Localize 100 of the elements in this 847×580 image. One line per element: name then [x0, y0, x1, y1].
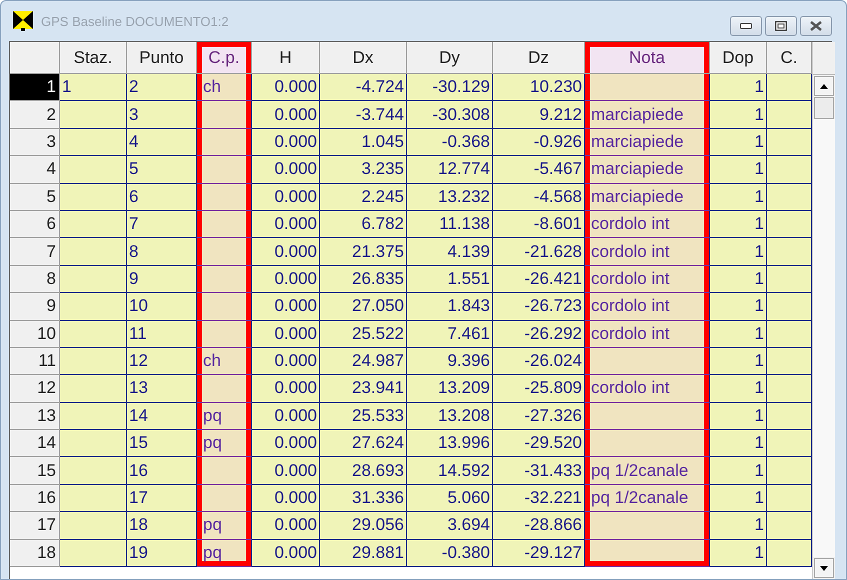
- table-cell: [60, 348, 127, 376]
- table-cell: [767, 74, 812, 102]
- column-header[interactable]: Punto: [127, 42, 197, 74]
- table-cell: 1: [710, 210, 767, 238]
- table-cell: 15: [127, 430, 197, 458]
- table-cell: pq 1/2canale: [585, 457, 710, 485]
- table-cell: [60, 457, 127, 485]
- table-cell: 14: [127, 402, 197, 430]
- row-header[interactable]: 14: [10, 430, 60, 458]
- row-header[interactable]: 12: [10, 375, 60, 403]
- column-header[interactable]: C.: [767, 42, 812, 74]
- table-cell: [60, 430, 127, 458]
- table-cell: 10: [127, 293, 197, 321]
- table-cell: -26.024: [493, 348, 585, 376]
- table-cell: 0.000: [252, 74, 320, 102]
- table-cell: -30.308: [407, 101, 493, 129]
- table-cell: -4.724: [320, 74, 407, 102]
- table-cell: 0.000: [252, 457, 320, 485]
- table-cell: 10.230: [493, 74, 585, 102]
- table-cell: 9.396: [407, 348, 493, 376]
- table-cell: [767, 293, 812, 321]
- row-header[interactable]: 8: [10, 266, 60, 294]
- maximize-icon: [775, 21, 787, 31]
- table-cell: [767, 266, 812, 294]
- table-cell: 1: [710, 348, 767, 376]
- table-cell: 13.208: [407, 402, 493, 430]
- table-cell: 1: [710, 512, 767, 540]
- close-button[interactable]: [800, 16, 832, 36]
- table-cell: ch: [197, 74, 252, 102]
- row-header[interactable]: 13: [10, 402, 60, 430]
- table-cell: 3.694: [407, 512, 493, 540]
- table-cell: 11: [127, 320, 197, 348]
- table-cell: -21.628: [493, 238, 585, 266]
- scroll-thumb[interactable]: [814, 97, 834, 119]
- minimize-button[interactable]: [730, 16, 762, 36]
- table-cell: -5.467: [493, 156, 585, 184]
- table-cell: 0.000: [252, 375, 320, 403]
- table-cell: 1.843: [407, 293, 493, 321]
- table-cell: [197, 184, 252, 211]
- table-cell: [197, 375, 252, 403]
- table-cell: [60, 101, 127, 129]
- maximize-button[interactable]: [765, 16, 797, 36]
- table-cell: [60, 375, 127, 403]
- table-cell: [60, 184, 127, 211]
- table-cell: 31.336: [320, 484, 407, 512]
- row-header[interactable]: 16: [10, 484, 60, 512]
- table-cell: [60, 156, 127, 184]
- column-header[interactable]: Dy: [407, 42, 493, 74]
- scroll-down-button[interactable]: [814, 558, 834, 578]
- table-cell: -4.568: [493, 184, 585, 211]
- row-header[interactable]: 10: [10, 320, 60, 348]
- table-cell: 1.551: [407, 266, 493, 294]
- table-cell: -29.520: [493, 430, 585, 458]
- table-cell: 7: [127, 210, 197, 238]
- row-header[interactable]: 18: [10, 540, 60, 568]
- table-cell: 1: [710, 402, 767, 430]
- table-cell: 3.235: [320, 156, 407, 184]
- table-cell: 13.209: [407, 375, 493, 403]
- table-cell: [767, 156, 812, 184]
- column-header[interactable]: Nota: [585, 42, 710, 74]
- table-cell: 29.881: [320, 540, 407, 568]
- table-cell: -3.744: [320, 101, 407, 129]
- table-cell: 0.000: [252, 128, 320, 156]
- row-header[interactable]: 1: [10, 74, 60, 102]
- table-cell: 29.056: [320, 512, 407, 540]
- row-header[interactable]: 2: [10, 101, 60, 129]
- row-header[interactable]: 11: [10, 348, 60, 376]
- column-header[interactable]: Dz: [493, 42, 585, 74]
- table-cell: 0.000: [252, 484, 320, 512]
- row-header[interactable]: 4: [10, 156, 60, 184]
- table-cell: 14.592: [407, 457, 493, 485]
- table-cell: -27.326: [493, 402, 585, 430]
- column-header[interactable]: Staz.: [60, 42, 127, 74]
- table-cell: -32.221: [493, 484, 585, 512]
- table-cell: 2: [127, 74, 197, 102]
- column-header[interactable]: C.p.: [197, 42, 252, 74]
- table-cell: [60, 293, 127, 321]
- table-cell: cordolo int: [585, 375, 710, 403]
- table-cell: cordolo int: [585, 266, 710, 294]
- table-cell: -0.368: [407, 128, 493, 156]
- table-cell: [767, 238, 812, 266]
- row-header[interactable]: 7: [10, 238, 60, 266]
- row-header[interactable]: 6: [10, 210, 60, 238]
- row-header[interactable]: 3: [10, 128, 60, 156]
- table-cell: [60, 402, 127, 430]
- table-cell: 13.996: [407, 430, 493, 458]
- row-header[interactable]: 17: [10, 512, 60, 540]
- column-header[interactable]: Dx: [320, 42, 407, 74]
- column-header[interactable]: H: [252, 42, 320, 74]
- scroll-up-button[interactable]: [814, 76, 834, 96]
- row-header[interactable]: 9: [10, 293, 60, 321]
- table-cell: [767, 101, 812, 129]
- table-cell: 16: [127, 457, 197, 485]
- table-cell: 6: [127, 184, 197, 211]
- row-header[interactable]: 5: [10, 184, 60, 211]
- table-cell: 0.000: [252, 348, 320, 376]
- row-header[interactable]: 15: [10, 457, 60, 485]
- table-cell: 1: [710, 293, 767, 321]
- column-header[interactable]: Dop: [710, 42, 767, 74]
- table-cell: 7.461: [407, 320, 493, 348]
